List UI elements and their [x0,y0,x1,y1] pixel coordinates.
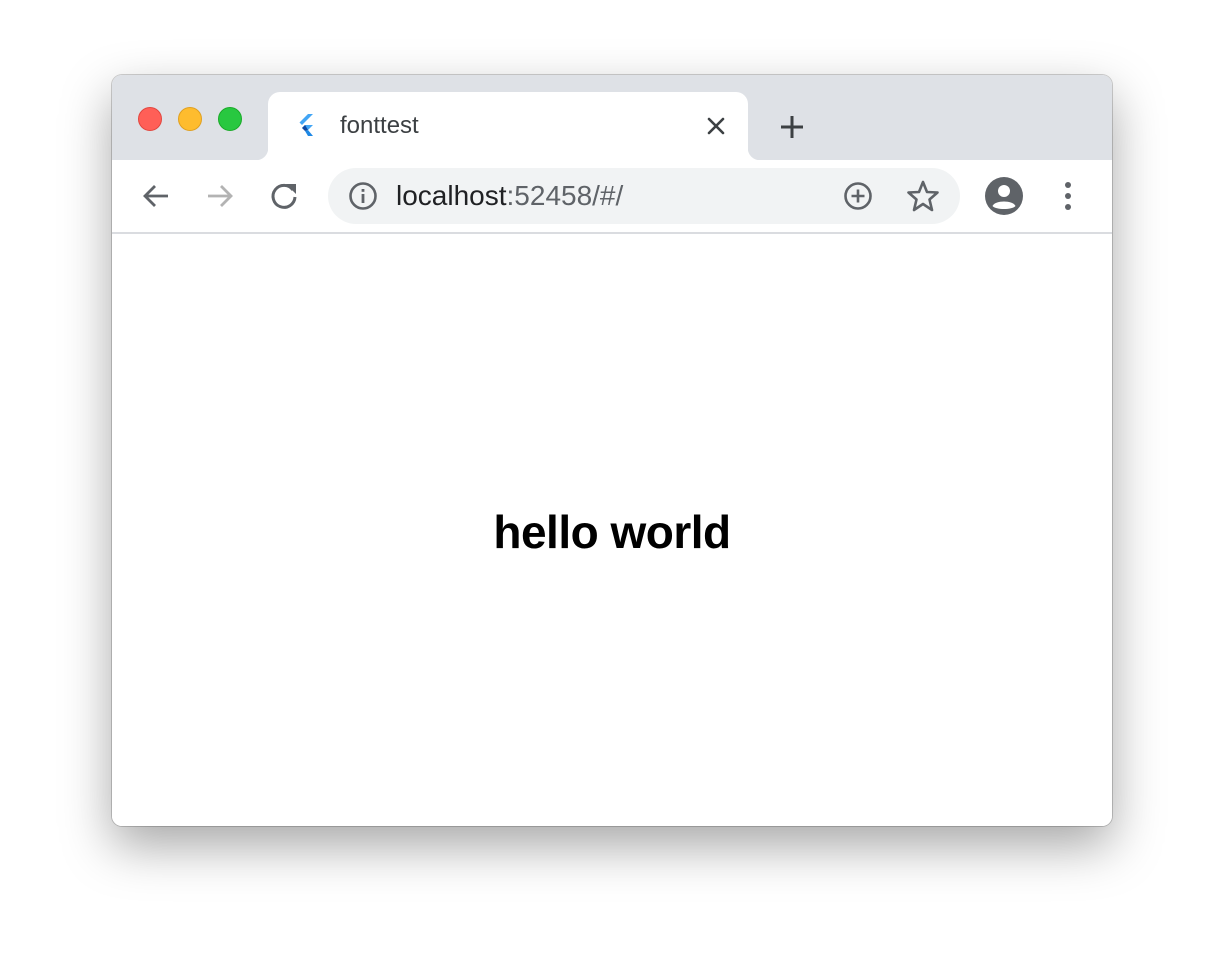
window-maximize-button[interactable] [218,107,242,131]
url-text[interactable]: localhost:52458/#/ [396,181,623,211]
browser-window: fonttest localhost:52458/#/ hello world [112,75,1112,826]
window-close-button[interactable] [138,107,162,131]
add-circle-icon[interactable] [842,180,874,212]
plus-icon[interactable] [776,111,808,143]
star-icon[interactable] [906,179,940,213]
info-icon[interactable] [348,181,378,211]
tab-title: fonttest [340,112,419,139]
tab-strip: fonttest [112,75,1112,160]
browser-toolbar: localhost:52458/#/ [112,160,1112,234]
reload-icon[interactable] [266,178,302,214]
more-vert-icon[interactable] [1050,178,1086,214]
url-path: :52458/#/ [506,180,624,211]
window-minimize-button[interactable] [178,107,202,131]
flutter-icon [299,114,313,136]
arrow-left-icon[interactable] [138,178,174,214]
page-content: hello world [112,234,1112,826]
hello-text: hello world [493,506,731,558]
url-host: localhost [396,180,507,211]
address-bar[interactable]: localhost:52458/#/ [328,168,960,224]
arrow-right-icon[interactable] [202,178,238,214]
tab-fonttest[interactable]: fonttest [256,92,760,160]
account-circle-icon[interactable] [984,176,1024,216]
close-icon[interactable] [702,112,730,140]
